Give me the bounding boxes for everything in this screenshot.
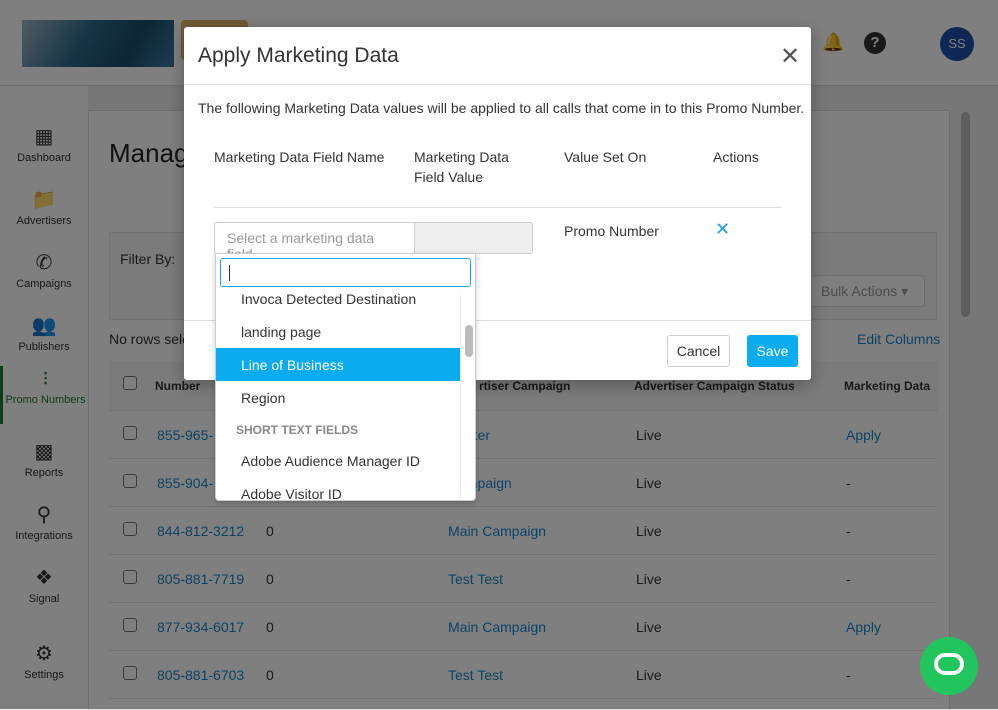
close-icon[interactable]: ✕ [780, 42, 800, 71]
dropdown-scrollbar[interactable] [460, 291, 475, 500]
marketing-field-select[interactable]: Select a marketing data field... [214, 222, 415, 262]
text-cursor [229, 265, 230, 281]
chat-button[interactable] [920, 637, 978, 695]
dropdown-option[interactable]: Adobe Visitor ID [216, 477, 460, 500]
field-value-input[interactable] [414, 222, 533, 254]
column-field-value: Marketing Data Field Value [414, 149, 509, 185]
divider [184, 84, 811, 85]
modal-description: The following Marketing Data values will… [198, 100, 805, 116]
column-field-name: Marketing Data Field Name [214, 149, 385, 165]
chat-icon [934, 653, 964, 675]
dropdown-group-label: SHORT TEXT FIELDS [236, 423, 359, 437]
dropdown-option-highlighted[interactable]: Line of Business [216, 348, 460, 381]
dropdown-option[interactable]: Invoca Detected Destination [216, 282, 460, 315]
dropdown-option[interactable]: Adobe Audience Manager ID [216, 444, 460, 477]
divider [214, 207, 782, 208]
dropdown-option[interactable]: landing page [216, 315, 460, 348]
column-value-set-on: Value Set On [564, 149, 647, 165]
cancel-button[interactable]: Cancel [667, 335, 730, 367]
modal-title: Apply Marketing Data [198, 44, 399, 67]
dropdown-option[interactable]: Region [216, 381, 460, 414]
remove-row-icon[interactable]: ✕ [715, 219, 730, 240]
value-set-on: Promo Number [564, 223, 659, 239]
save-button[interactable]: Save [747, 335, 798, 367]
column-actions: Actions [713, 149, 759, 165]
field-dropdown: Invoca Detected Destination landing page… [215, 253, 476, 501]
scroll-thumb[interactable] [465, 325, 473, 357]
